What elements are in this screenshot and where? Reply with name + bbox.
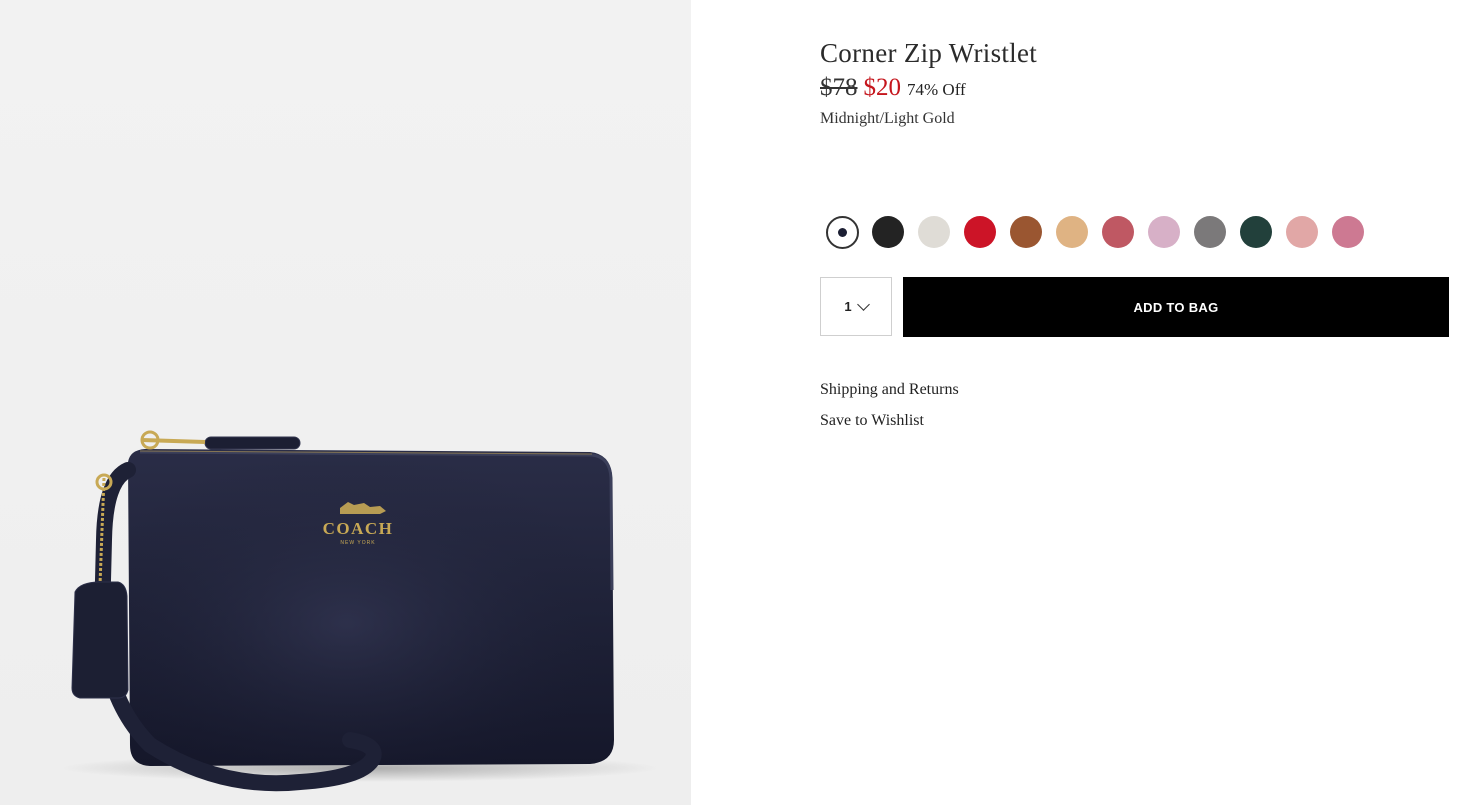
product-info: Corner Zip Wristlet $78 $20 74% Off Midnig… bbox=[820, 0, 1460, 805]
color-swatch[interactable] bbox=[826, 215, 859, 249]
color-swatch[interactable] bbox=[1102, 216, 1134, 248]
product-image: COACH NEW YORK bbox=[0, 0, 691, 805]
wristlet-illustration: COACH NEW YORK bbox=[60, 430, 660, 792]
brand-logo-subtext: NEW YORK bbox=[340, 540, 375, 546]
color-swatch[interactable] bbox=[1194, 216, 1226, 248]
brand-logo-text: COACH bbox=[323, 519, 394, 538]
quantity-value: 1 bbox=[844, 299, 852, 314]
color-swatch[interactable] bbox=[918, 216, 950, 248]
discount-badge: 74% Off bbox=[907, 80, 966, 99]
color-swatch[interactable] bbox=[1148, 216, 1180, 248]
color-swatch[interactable] bbox=[1056, 216, 1088, 248]
selected-color-name: Midnight/Light Gold bbox=[820, 110, 955, 127]
color-swatch[interactable] bbox=[872, 216, 904, 248]
price-row: $78 $20 74% Off bbox=[820, 74, 966, 102]
save-to-wishlist-link[interactable]: Save to Wishlist bbox=[820, 412, 924, 430]
color-swatch[interactable] bbox=[964, 216, 996, 248]
product-title: Corner Zip Wristlet bbox=[820, 38, 1038, 68]
original-price: $78 bbox=[820, 74, 858, 101]
color-swatch[interactable] bbox=[1332, 216, 1364, 248]
quantity-select[interactable]: 1 bbox=[820, 277, 892, 336]
add-to-bag-button[interactable]: ADD TO BAG bbox=[903, 277, 1449, 337]
chevron-down-icon bbox=[856, 298, 870, 311]
sale-price: $20 bbox=[863, 74, 902, 101]
color-swatch[interactable] bbox=[1010, 216, 1042, 248]
color-swatch[interactable] bbox=[1240, 216, 1272, 248]
shipping-and-returns-link[interactable]: Shipping and Returns bbox=[820, 381, 959, 399]
color-swatch[interactable] bbox=[1286, 216, 1318, 248]
